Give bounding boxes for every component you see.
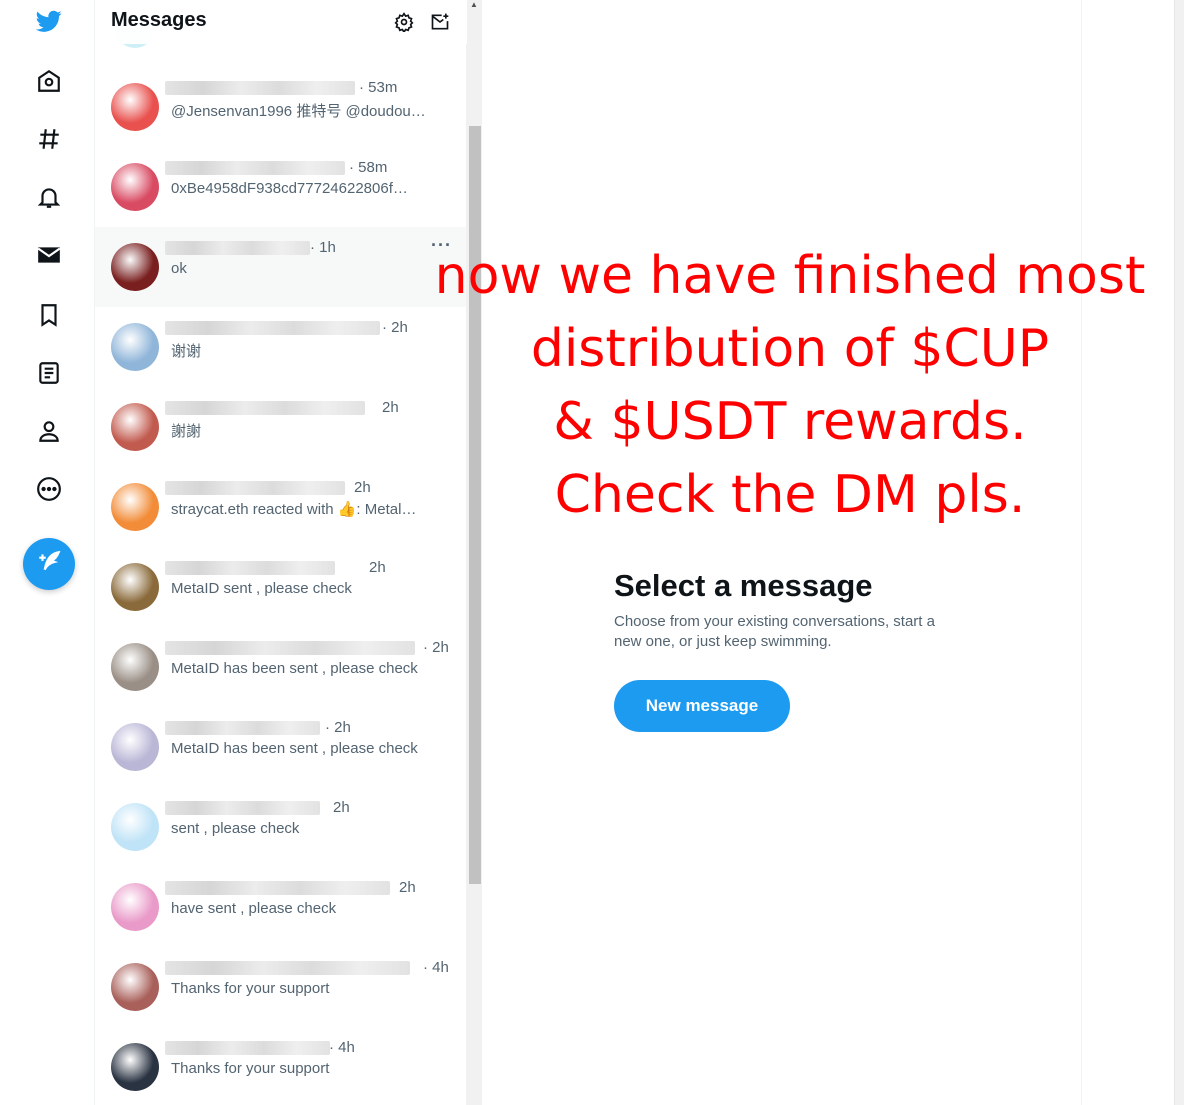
conversation-row[interactable]: · 2h MetaID has been sent , please check (95, 707, 467, 787)
new-message-envelope-icon[interactable] (428, 10, 452, 34)
announcement-overlay-text: now we have finished most distribution o… (430, 240, 1150, 532)
message-timestamp: · 2h (382, 319, 408, 336)
message-timestamp: 2h (382, 399, 399, 416)
compose-tweet-icon (36, 549, 62, 580)
message-timestamp: · 58m (349, 159, 388, 176)
page-scrollbar[interactable] (1174, 0, 1184, 1105)
overlay-line-4: Check the DM pls. (554, 465, 1026, 525)
message-timestamp: · 4h (329, 1039, 355, 1056)
message-preview: sent , please check (171, 820, 300, 837)
avatar[interactable] (111, 483, 159, 531)
redacted-username (165, 881, 390, 895)
avatar[interactable] (111, 163, 159, 211)
message-timestamp: 2h (399, 879, 416, 896)
left-navigation (0, 0, 94, 1105)
avatar[interactable] (111, 403, 159, 451)
conversation-row[interactable]: · 53m @Jensenvan1996 推特号 @doudou… (95, 67, 467, 147)
twitter-logo-icon[interactable] (30, 2, 68, 40)
message-preview: ok (171, 260, 187, 277)
messages-header: Messages (95, 0, 467, 44)
overlay-line-1: now we have finished most (434, 246, 1146, 306)
conversation-row[interactable]: 2h MetaID sent , please check (95, 547, 467, 627)
home-icon[interactable] (30, 62, 68, 100)
conversation-row[interactable]: · 2h 谢谢 (95, 307, 467, 387)
message-preview: Thanks for your support (171, 1060, 330, 1077)
redacted-username (165, 1041, 330, 1055)
conversation-row[interactable]: · 58m 0xBe4958dF938cd77724622806f… (95, 147, 467, 227)
explore-hashtag-icon[interactable] (30, 120, 68, 158)
message-preview: 谢谢 (171, 343, 202, 360)
message-timestamp: · 2h (325, 719, 351, 736)
profile-icon[interactable] (30, 412, 68, 450)
avatar[interactable] (111, 1043, 159, 1091)
avatar[interactable] (111, 243, 159, 291)
message-timestamp: 2h (333, 799, 350, 816)
avatar[interactable] (111, 963, 159, 1011)
redacted-username (165, 801, 320, 815)
redacted-username (165, 961, 410, 975)
messages-scrollbar[interactable]: ▲ (466, 0, 482, 1105)
avatar[interactable] (111, 723, 159, 771)
notifications-bell-icon[interactable] (30, 178, 68, 216)
conversation-row[interactable]: 2h have sent , please check (95, 867, 467, 947)
avatar[interactable] (111, 803, 159, 851)
messages-envelope-icon[interactable] (30, 236, 68, 274)
conversation-row[interactable]: · 1h ok ··· (95, 227, 467, 307)
message-timestamp: · 53m (359, 79, 398, 96)
empty-state-description: Choose from your existing conversations,… (614, 613, 935, 650)
overlay-line-3: & $USDT rewards. (553, 392, 1027, 452)
redacted-username (165, 401, 365, 415)
redacted-username (165, 241, 310, 255)
compose-tweet-button[interactable] (23, 538, 75, 590)
conversation-row[interactable]: 2h sent , please check (95, 787, 467, 867)
redacted-username (165, 321, 380, 335)
message-preview: straycat.eth reacted with 👍: Metal… (171, 501, 417, 518)
avatar[interactable] (111, 883, 159, 931)
message-preview: @Jensenvan1996 推特号 @doudou… (171, 103, 426, 120)
redacted-username (165, 721, 320, 735)
empty-state-title: Select a message (614, 568, 873, 603)
conversation-row[interactable]: 2h straycat.eth reacted with 👍: Metal… (95, 467, 467, 547)
avatar[interactable] (111, 643, 159, 691)
message-timestamp: · 1h (310, 239, 336, 256)
redacted-username (165, 641, 415, 655)
conversation-row[interactable]: · 2h MetaID has been sent , please check (95, 627, 467, 707)
message-preview: 謝謝 (171, 423, 202, 440)
conversation-area (483, 0, 1082, 1105)
redacted-username (165, 481, 345, 495)
message-timestamp: 2h (369, 559, 386, 576)
avatar[interactable] (111, 563, 159, 611)
bookmarks-icon[interactable] (30, 296, 68, 334)
message-preview: MetaID has been sent , please check (171, 660, 418, 677)
message-preview: MetaID sent , please check (171, 580, 352, 597)
message-preview: 0xBe4958dF938cd77724622806f… (171, 180, 408, 197)
message-timestamp: · 2h (423, 639, 449, 656)
avatar[interactable] (111, 83, 159, 131)
redacted-username (165, 161, 345, 175)
message-preview: Thanks for your support (171, 980, 330, 997)
scroll-up-arrow-icon[interactable]: ▲ (470, 0, 478, 9)
message-preview: have sent , please check (171, 900, 337, 917)
page-title: Messages (111, 9, 207, 31)
conversation-row[interactable]: · 4h Thanks for your support (95, 947, 467, 1027)
avatar[interactable] (111, 323, 159, 371)
new-message-button[interactable]: New message (614, 680, 790, 732)
message-timestamp: · 4h (423, 959, 449, 976)
lists-icon[interactable] (30, 354, 68, 392)
conversation-row[interactable]: · 4h Thanks for your support (95, 1027, 467, 1105)
overlay-line-2: distribution of $CUP (530, 319, 1050, 379)
message-preview: MetaID has been sent , please check (171, 740, 418, 757)
more-circle-icon[interactable] (30, 470, 68, 508)
messages-list-panel: Messages · 53m @Jensenvan1996 推特号 @doudou… (94, 0, 467, 1105)
settings-gear-icon[interactable] (392, 10, 416, 34)
redacted-username (165, 81, 355, 95)
redacted-username (165, 561, 335, 575)
conversation-row[interactable]: 2h 謝謝 (95, 387, 467, 467)
message-timestamp: 2h (354, 479, 371, 496)
